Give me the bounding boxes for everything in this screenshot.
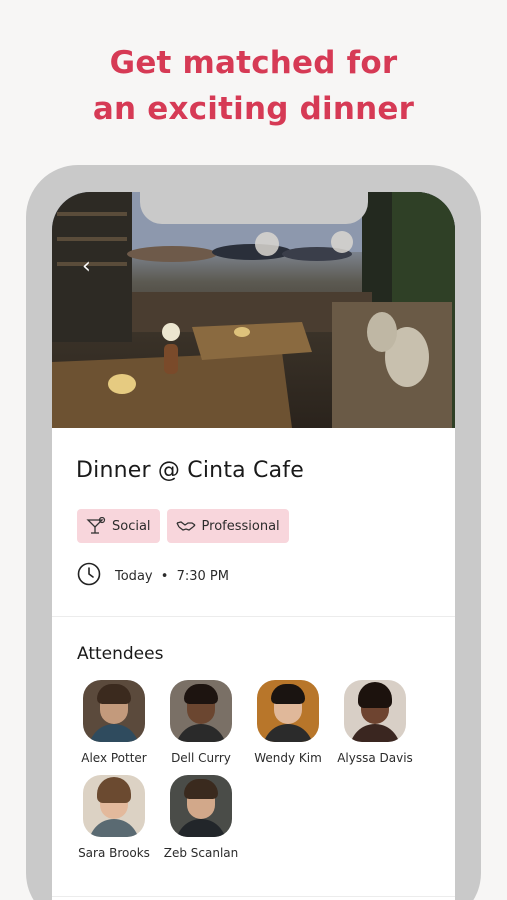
attendee-card[interactable]: Alex Potter (69, 680, 159, 765)
tag-label: Professional (201, 518, 280, 534)
restaurant-scene (52, 192, 455, 428)
handshake-icon (175, 518, 196, 534)
avatar (170, 680, 232, 742)
attendee-name: Sara Brooks (78, 846, 150, 860)
avatar (344, 680, 406, 742)
phone-notch (140, 192, 368, 224)
cocktail-icon (86, 517, 106, 535)
event-day: Today (115, 568, 153, 584)
avatar (257, 680, 319, 742)
attendee-card[interactable]: Dell Curry (156, 680, 246, 765)
restaurant-photo: ‹ (52, 192, 455, 428)
attendee-name: Alex Potter (81, 751, 147, 765)
phone-screen: ‹ Dinner @ Cinta Cafe Social Professiona… (52, 192, 455, 900)
tag-label: Social (112, 518, 151, 534)
attendee-card[interactable]: Alyssa Davis (330, 680, 420, 765)
time-separator: • (160, 568, 169, 584)
attendees-heading: Attendees (77, 644, 164, 664)
attendee-name: Alyssa Davis (337, 751, 413, 765)
event-tags: Social Professional (77, 509, 289, 543)
avatar (83, 775, 145, 837)
clock-icon (77, 562, 101, 590)
tag-social[interactable]: Social (77, 509, 160, 543)
headline-line-2: an exciting dinner (92, 91, 415, 127)
event-time: Today • 7:30 PM (77, 562, 229, 590)
headline-line-1: Get matched for (109, 45, 398, 81)
attendee-name: Zeb Scanlan (163, 846, 239, 860)
event-time-value: 7:30 PM (176, 568, 229, 584)
section-divider (52, 896, 455, 897)
event-title: Dinner @ Cinta Cafe (76, 458, 304, 483)
avatar (170, 775, 232, 837)
avatar (83, 680, 145, 742)
tag-professional[interactable]: Professional (166, 509, 289, 543)
back-button[interactable]: ‹ (82, 254, 104, 280)
attendee-card[interactable]: Sara Brooks (69, 775, 159, 860)
attendee-name: Dell Curry (171, 751, 231, 765)
headline: Get matched for an exciting dinner (0, 40, 507, 132)
attendee-name: Wendy Kim (254, 751, 322, 765)
chevron-left-icon: ‹ (82, 254, 91, 279)
attendee-card[interactable]: Zeb Scanlan (156, 775, 246, 860)
attendee-card[interactable]: Wendy Kim (243, 680, 333, 765)
section-divider (52, 616, 455, 617)
